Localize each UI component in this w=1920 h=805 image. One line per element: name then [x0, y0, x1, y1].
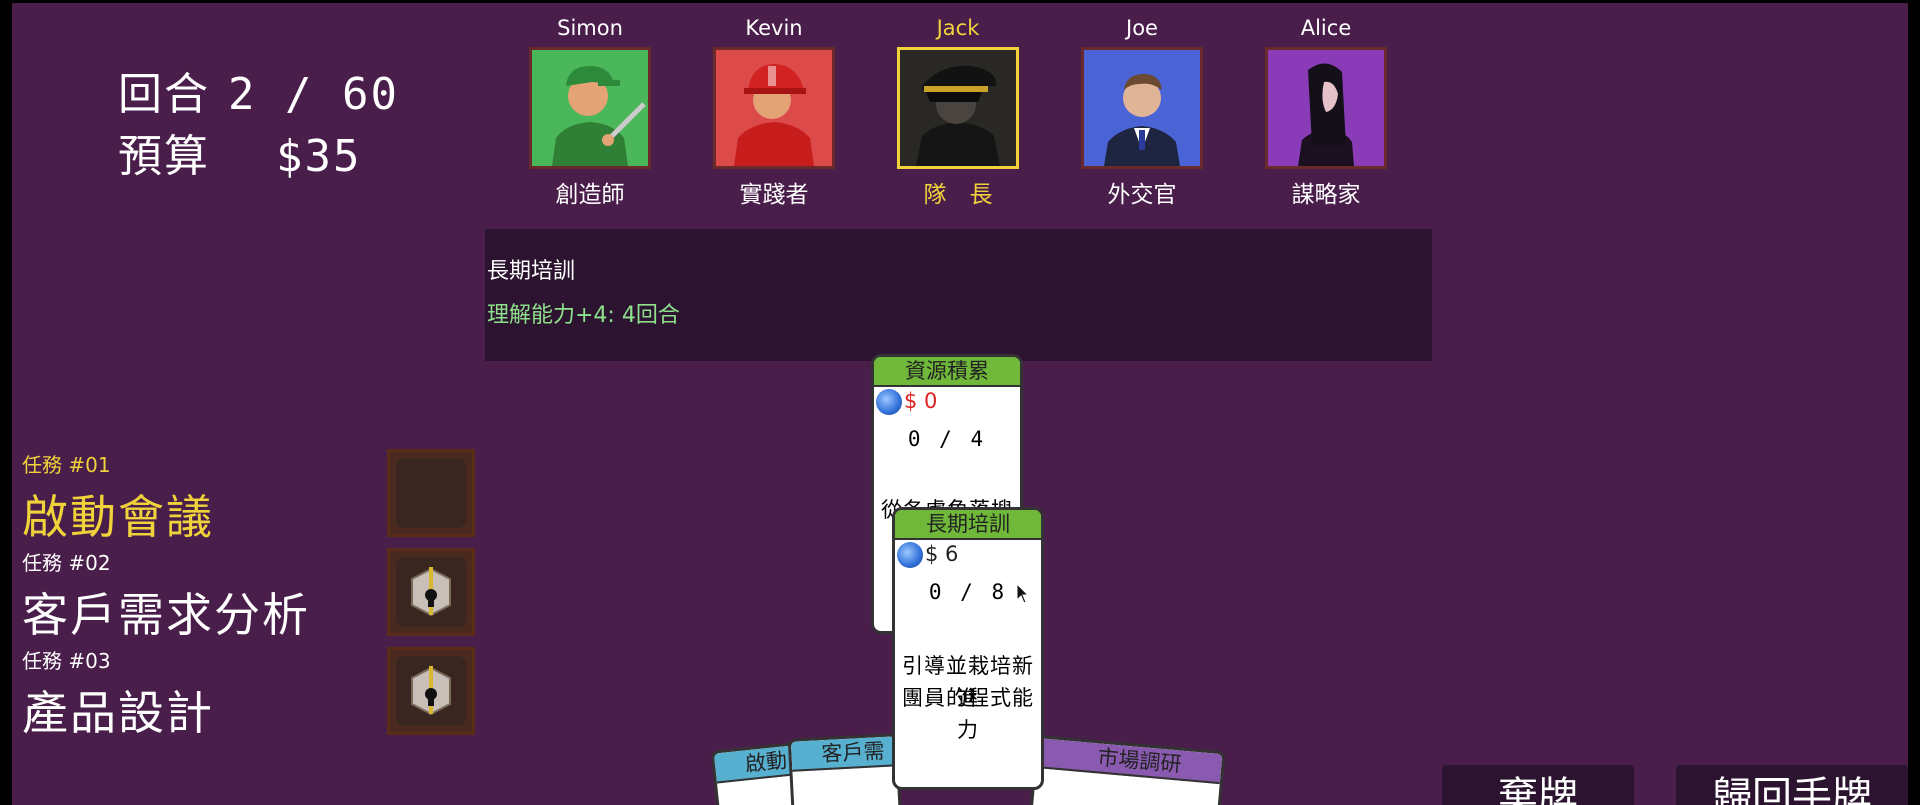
portrait-joe	[1081, 47, 1203, 169]
hand-card[interactable]: 市場調研	[1028, 734, 1226, 805]
character-name: Kevin	[745, 16, 803, 40]
mission-1-name[interactable]: 啟動會議	[22, 481, 214, 547]
card-title: 長期培訓	[895, 510, 1041, 540]
lock-icon	[411, 666, 451, 716]
return-hand-button[interactable]: 歸回手牌	[1676, 765, 1908, 805]
mission-3-name[interactable]: 產品設計	[22, 677, 214, 743]
card-progress: 0 / 4	[907, 427, 987, 451]
portrait-simon	[529, 47, 651, 169]
character-role: 隊 長	[923, 182, 993, 208]
mission-1-number: 任務 #01	[22, 453, 111, 477]
info-effect: 理解能力+4: 4回合	[487, 303, 680, 328]
round-counter: 回合 2 / 60	[118, 58, 399, 122]
portrait-jack	[897, 47, 1019, 169]
mouse-cursor-icon	[1016, 583, 1030, 604]
character-simon[interactable]: Simon 創造師	[525, 13, 655, 209]
mission-2-slot[interactable]	[387, 548, 475, 636]
mission-2-number: 任務 #02	[22, 551, 111, 575]
mission-3-number: 任務 #03	[22, 649, 111, 673]
coin-icon	[897, 542, 923, 568]
budget-label: 預算	[118, 131, 210, 182]
card-info-panel: 長期培訓 理解能力+4: 4回合	[485, 229, 1432, 361]
hand-card[interactable]: 客戶需	[787, 733, 903, 805]
card-cost: $ 0	[876, 389, 937, 415]
lock-icon	[411, 567, 451, 617]
card-description-line-2: 團員的程式能力	[902, 686, 1034, 742]
discard-button[interactable]: 棄牌	[1442, 765, 1634, 805]
portrait-kevin	[713, 47, 835, 169]
mission-3-slot[interactable]	[387, 647, 475, 735]
character-name: Joe	[1126, 16, 1158, 40]
character-role: 謀略家	[1291, 182, 1361, 208]
card-long-term-training[interactable]: 長期培訓 $ 6 0 / 8 引導並栽培新進 團員的程式能力	[892, 507, 1044, 790]
character-joe[interactable]: Joe 外交官	[1077, 13, 1207, 209]
mission-2-name[interactable]: 客戶需求分析	[22, 579, 310, 645]
hand-card-title: 市場調研	[1036, 738, 1223, 785]
card-title: 資源積累	[874, 357, 1020, 387]
info-title: 長期培訓	[487, 259, 576, 284]
budget-value: $35	[276, 131, 362, 182]
character-name: Simon	[557, 16, 623, 40]
round-value: 2 / 60	[228, 69, 399, 120]
character-jack[interactable]: Jack 隊 長	[893, 13, 1023, 209]
hand-card-title: 客戶需	[790, 736, 897, 772]
game-stage: 回合 2 / 60 預算 $35 Simon 創造師 Kevin 實踐者 Jac…	[12, 3, 1908, 805]
character-name: Jack	[936, 16, 980, 40]
coin-icon	[876, 389, 902, 415]
portrait-alice	[1265, 47, 1387, 169]
character-role: 實踐者	[739, 182, 809, 208]
character-alice[interactable]: Alice 謀略家	[1261, 13, 1391, 209]
character-role: 創造師	[555, 182, 625, 208]
mission-1-slot[interactable]	[387, 449, 475, 537]
round-label: 回合	[118, 69, 210, 120]
character-kevin[interactable]: Kevin 實踐者	[709, 13, 839, 209]
budget-counter: 預算 $35	[118, 120, 361, 184]
character-name: Alice	[1300, 16, 1352, 40]
card-cost: $ 6	[897, 542, 958, 568]
character-role: 外交官	[1107, 182, 1177, 208]
